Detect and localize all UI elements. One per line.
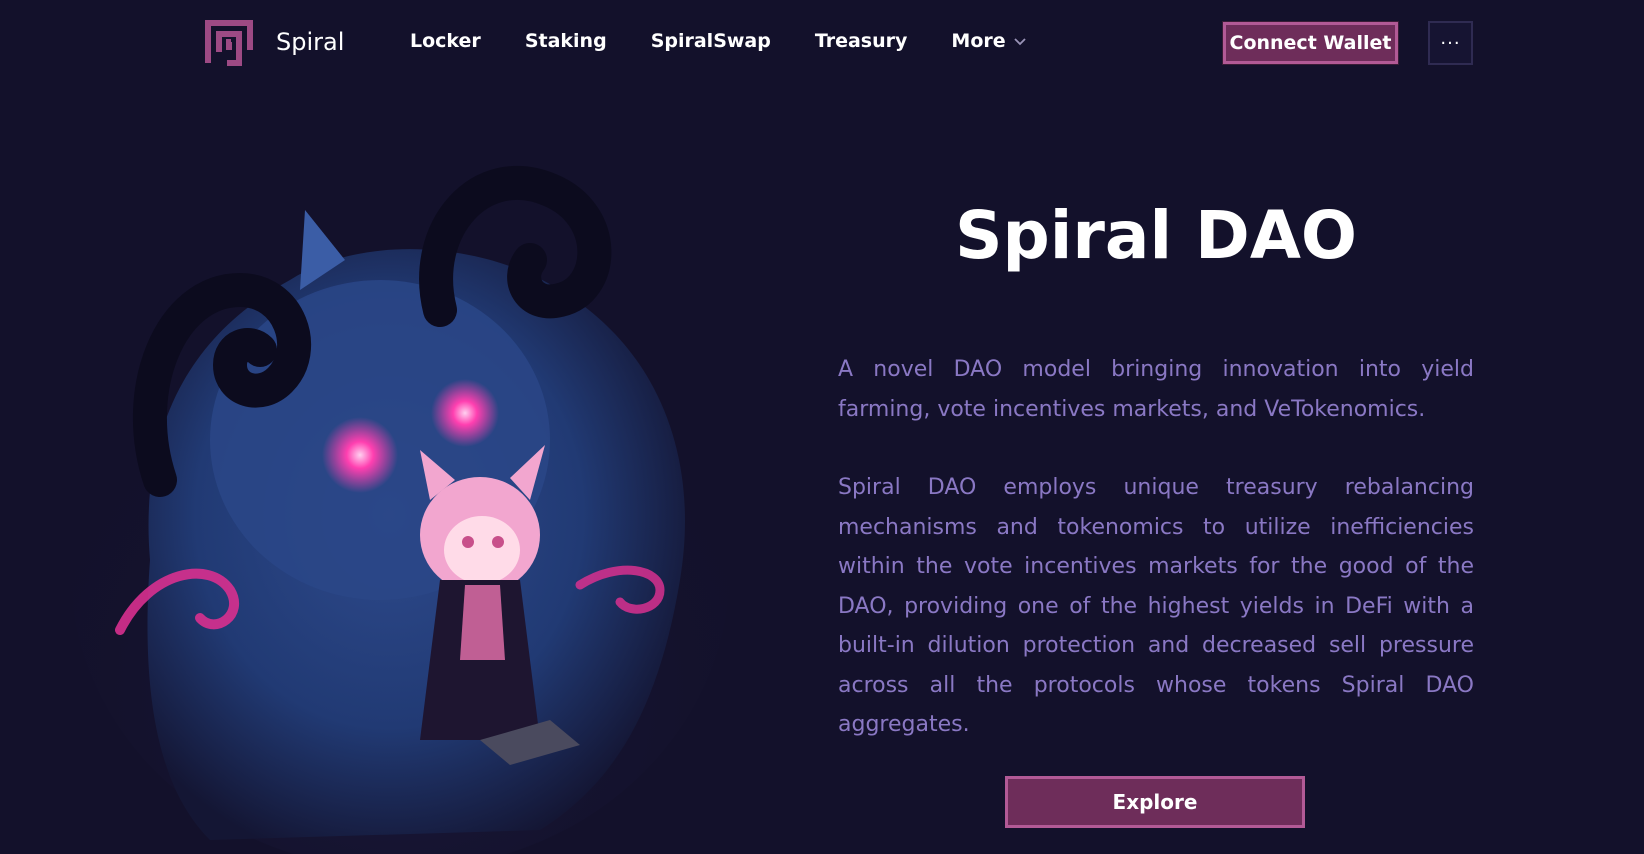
chevron-down-icon [1013, 38, 1026, 46]
nav-more-label: More [951, 30, 1006, 52]
nav-more-dropdown[interactable]: More [951, 30, 1027, 52]
nav-spiralswap[interactable]: SpiralSwap [651, 30, 771, 52]
explore-button[interactable]: Explore [1005, 776, 1305, 828]
nav-staking-label: Staking [524, 30, 607, 52]
connect-wallet-button[interactable]: Connect Wallet [1222, 21, 1399, 65]
hero-title: Spiral DAO [954, 197, 1358, 274]
spiral-logo-icon[interactable] [205, 20, 253, 66]
hero-paragraph-1: A novel DAO model bringing innovation in… [838, 357, 1474, 422]
nav-treasury[interactable]: Treasury [815, 30, 908, 52]
nav-spiralswap-label: SpiralSwap [650, 30, 771, 52]
main-nav: Locker Staking SpiralSwap Treasury More [410, 30, 1028, 52]
page: Spiral Locker Staking SpiralSwap Treasur… [0, 0, 1644, 854]
nav-locker[interactable]: Locker [410, 30, 481, 52]
nav-treasury-label: Treasury [814, 30, 908, 52]
nav-locker-label: Locker [410, 30, 481, 52]
nav-staking[interactable]: Staking [525, 30, 607, 52]
brand-name[interactable]: Spiral [276, 28, 344, 56]
hero-paragraph-2: Spiral DAO employs unique treasury rebal… [838, 475, 1474, 737]
hero-illustration [70, 166, 730, 854]
header: Spiral Locker Staking SpiralSwap Treasur… [0, 0, 1644, 88]
more-options-button[interactable]: ··· [1428, 21, 1473, 65]
